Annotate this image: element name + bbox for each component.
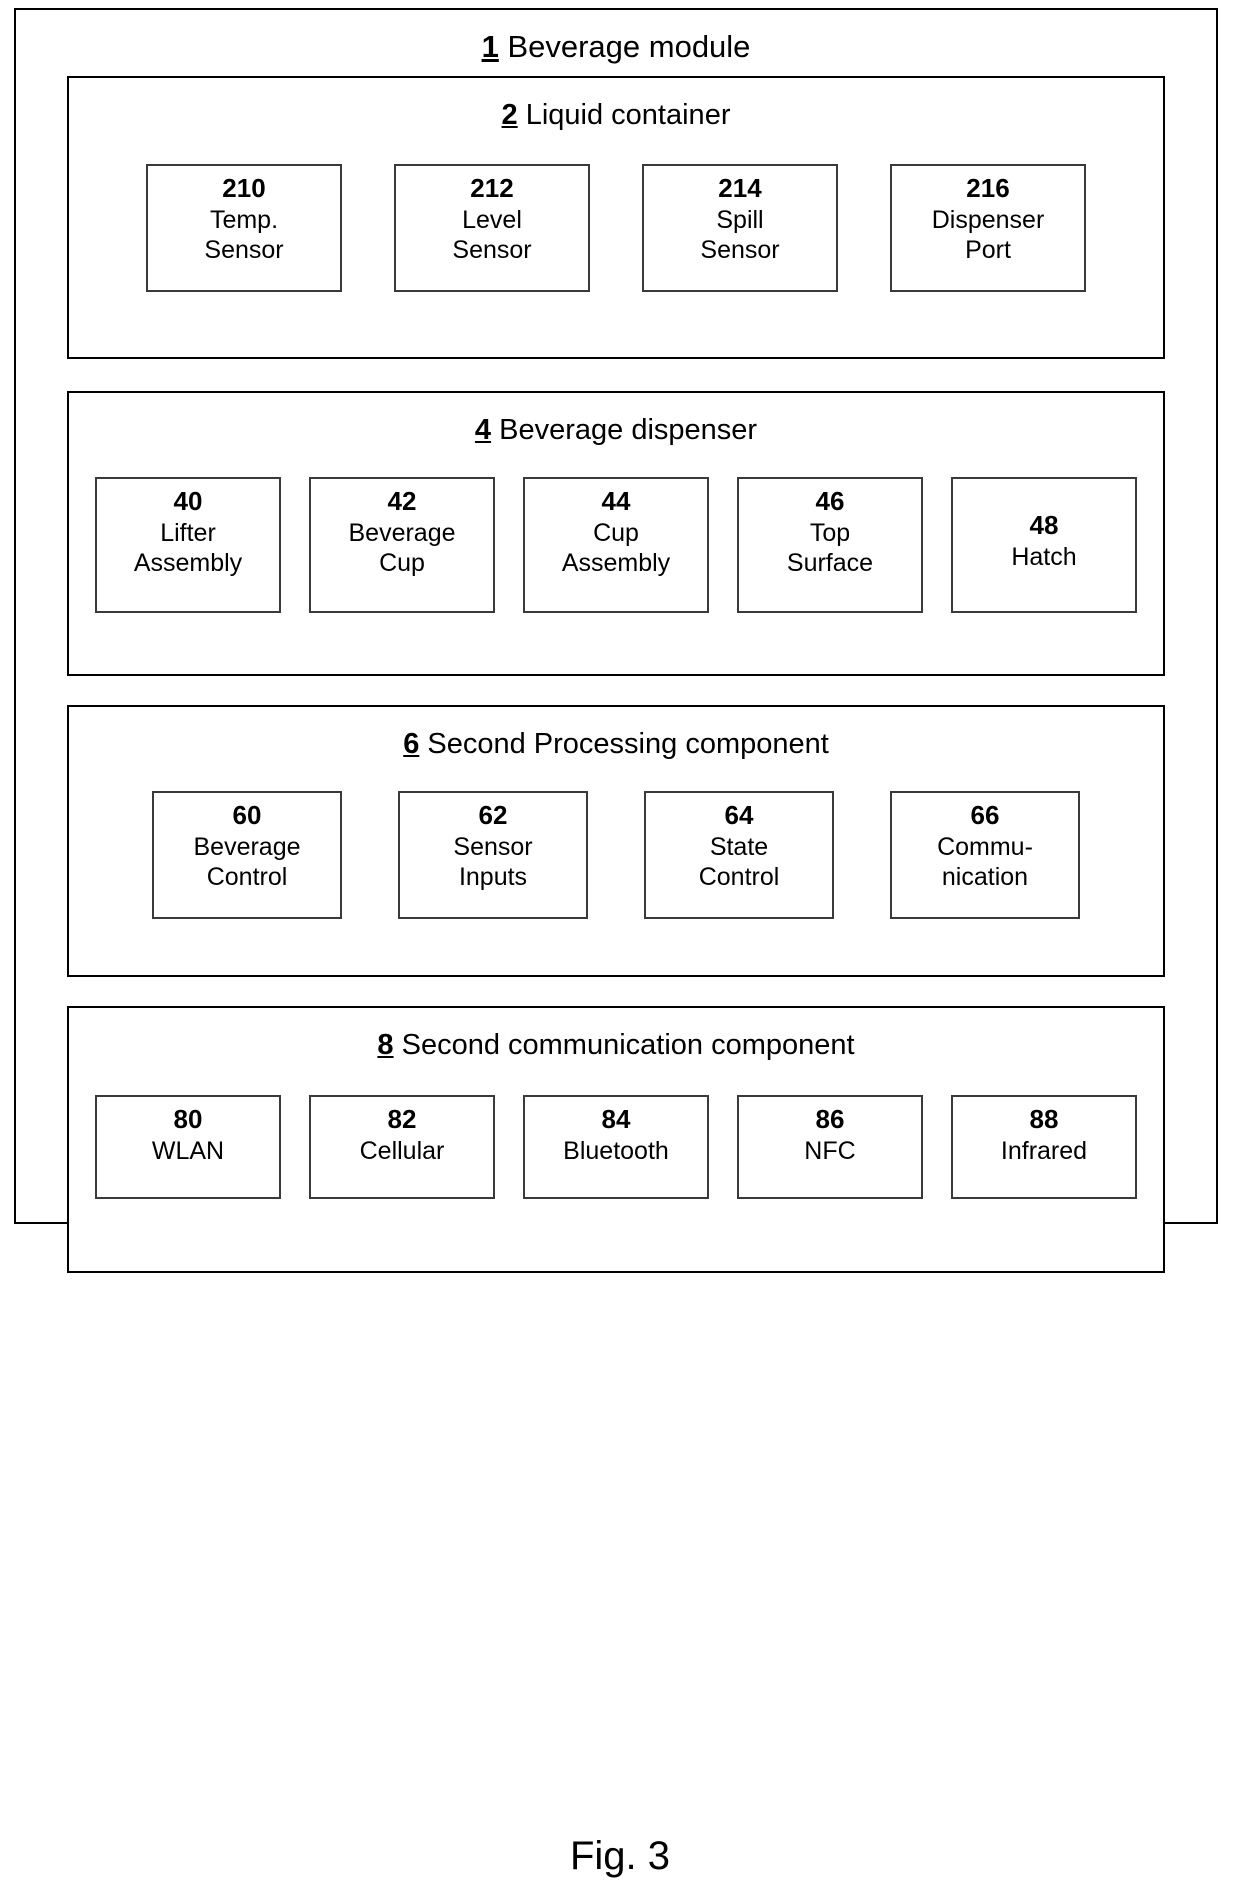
figure-outer-frame: 1 Beverage module 2 Liquid container 210… (14, 8, 1218, 1274)
module-title-text: Beverage module (507, 29, 751, 64)
section-liquid-container: 2 Liquid container 210 Temp. Sensor 212 … (67, 76, 1165, 360)
box-reference-46: 46 (815, 485, 845, 516)
box-reference-210: 210 (222, 172, 266, 203)
box-label-64: State Control (698, 832, 780, 892)
box-level-sensor: 212 Level Sensor (394, 163, 590, 292)
box-label-48: Hatch (1011, 542, 1077, 571)
box-reference-64: 64 (724, 799, 754, 830)
box-beverage-control: 60 Beverage Control (152, 790, 342, 919)
box-communication: 66 Commu- nication (890, 790, 1080, 919)
section-title-second-processing-component: 6 Second Processing component (69, 707, 1163, 791)
box-label-84: Bluetooth (563, 1136, 669, 1165)
box-reference-44: 44 (601, 485, 631, 516)
box-label-88: Infrared (1000, 1136, 1088, 1165)
section-title-text-2: Liquid container (525, 99, 731, 132)
box-cellular: 82 Cellular (309, 1094, 495, 1199)
section-reference-number-4: 4 (474, 414, 492, 447)
section-second-communication-component: 8 Second communication component 80 WLAN… (67, 1006, 1165, 1274)
section-title-text-8: Second communication component (401, 1029, 855, 1062)
section-title-text-4: Beverage dispenser (499, 414, 758, 447)
section-title-beverage-dispenser: 4 Beverage dispenser (69, 393, 1163, 477)
box-reference-80: 80 (173, 1103, 203, 1134)
box-row-liquid-container: 210 Temp. Sensor 212 Level Sensor 214 Sp… (69, 163, 1163, 292)
box-temp-sensor: 210 Temp. Sensor (146, 163, 342, 292)
box-row-second-communication-component: 80 WLAN 82 Cellular 84 Bluetooth 86 NFC … (69, 1094, 1163, 1199)
box-reference-216: 216 (966, 172, 1010, 203)
section-title-spacer-2 (518, 99, 526, 131)
box-hatch: 48 Hatch (951, 476, 1137, 613)
module-reference-number: 1 (481, 29, 499, 64)
box-reference-42: 42 (387, 485, 417, 516)
box-label-66: Commu- nication (937, 832, 1033, 892)
box-label-80: WLAN (151, 1136, 225, 1165)
box-reference-62: 62 (478, 799, 508, 830)
box-reference-212: 212 (470, 172, 514, 203)
box-label-44: Cup Assembly (561, 518, 671, 578)
section-second-processing-component: 6 Second Processing component 60 Beverag… (67, 705, 1165, 978)
box-row-second-processing-component: 60 Beverage Control 62 Sensor Inputs 64 … (69, 790, 1163, 919)
box-reference-88: 88 (1029, 1103, 1059, 1134)
box-top-surface: 46 Top Surface (737, 476, 923, 613)
box-infrared: 88 Infrared (951, 1094, 1137, 1199)
box-reference-214: 214 (718, 172, 762, 203)
box-label-216: Dispenser Port (931, 205, 1045, 265)
box-spill-sensor: 214 Spill Sensor (642, 163, 838, 292)
box-row-beverage-dispenser: 40 Lifter Assembly 42 Beverage Cup 44 Cu… (69, 476, 1163, 613)
box-reference-48: 48 (1029, 509, 1059, 540)
box-reference-60: 60 (232, 799, 262, 830)
box-reference-86: 86 (815, 1103, 845, 1134)
section-title-spacer-4 (491, 414, 499, 446)
box-wlan: 80 WLAN (95, 1094, 281, 1199)
section-reference-number-2: 2 (501, 99, 518, 132)
box-reference-82: 82 (387, 1103, 417, 1134)
box-label-82: Cellular (359, 1136, 445, 1165)
box-cup-assembly: 44 Cup Assembly (523, 476, 709, 613)
section-title-liquid-container: 2 Liquid container (69, 78, 1163, 164)
section-title-text-6: Second Processing component (427, 728, 829, 761)
box-reference-84: 84 (601, 1103, 631, 1134)
box-label-60: Beverage Control (193, 832, 301, 892)
section-title-second-communication-component: 8 Second communication component (69, 1008, 1163, 1095)
box-label-210: Temp. Sensor (204, 205, 284, 265)
section-reference-number-8: 8 (377, 1029, 394, 1062)
box-dispenser-port: 216 Dispenser Port (890, 163, 1086, 292)
box-label-46: Top Surface (786, 518, 874, 578)
box-label-42: Beverage Cup (348, 518, 456, 578)
section-title-spacer-8 (394, 1029, 402, 1061)
box-beverage-cup: 42 Beverage Cup (309, 476, 495, 613)
box-label-212: Level Sensor (452, 205, 532, 265)
box-label-214: Spill Sensor (700, 205, 780, 265)
section-beverage-dispenser: 4 Beverage dispenser 40 Lifter Assembly … (67, 391, 1165, 677)
box-label-62: Sensor Inputs (453, 832, 533, 892)
box-bluetooth: 84 Bluetooth (523, 1094, 709, 1199)
box-reference-66: 66 (970, 799, 1000, 830)
section-reference-number-6: 6 (403, 728, 420, 761)
box-sensor-inputs: 62 Sensor Inputs (398, 790, 588, 919)
box-state-control: 64 State Control (644, 790, 834, 919)
box-label-40: Lifter Assembly (133, 518, 243, 578)
box-nfc: 86 NFC (737, 1094, 923, 1199)
figure-caption: Fig. 3 (569, 1834, 671, 1878)
module-title: 1 Beverage module (16, 10, 1216, 70)
box-reference-40: 40 (173, 485, 203, 516)
box-label-86: NFC (804, 1136, 856, 1165)
box-lifter-assembly: 40 Lifter Assembly (95, 476, 281, 613)
